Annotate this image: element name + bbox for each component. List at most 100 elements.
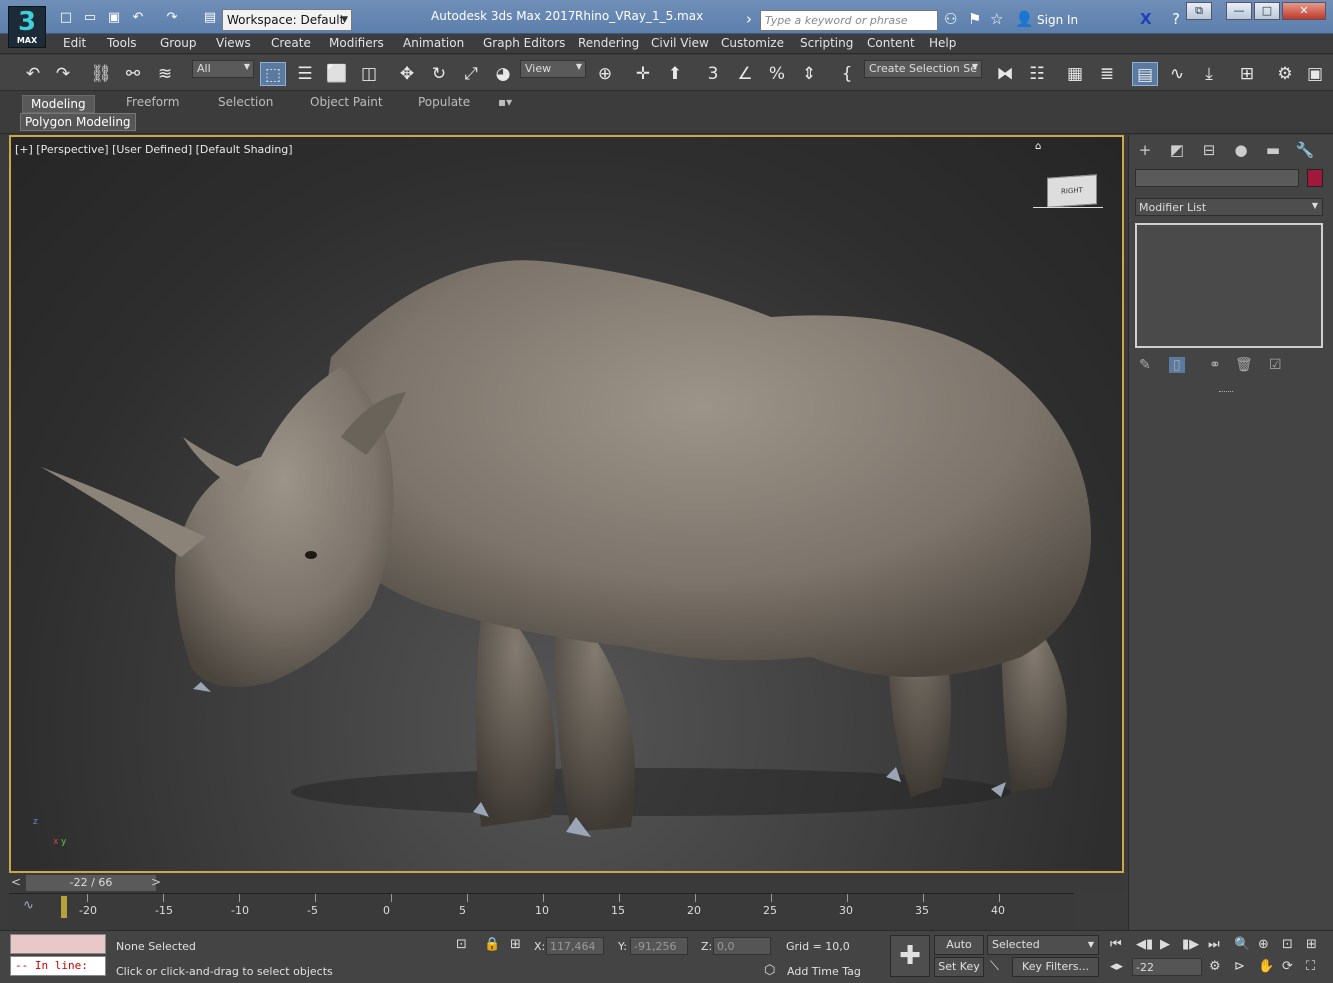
search-input[interactable]: Type a keyword or phrase: [760, 10, 938, 31]
percent-snap-icon[interactable]: %: [764, 62, 790, 86]
move-icon[interactable]: ✥: [394, 62, 420, 86]
angle-snap-icon[interactable]: ∠: [732, 62, 758, 86]
maxscript-listener[interactable]: [10, 934, 106, 954]
redo-icon[interactable]: ↷: [162, 10, 182, 28]
x-coordinate[interactable]: 117,464: [546, 937, 604, 955]
link-icon[interactable]: ⛓: [88, 62, 114, 86]
menu-civil-view[interactable]: Civil View: [651, 36, 709, 50]
keyboard-shortcut-icon[interactable]: ⬆: [662, 62, 688, 86]
menu-graph-editors[interactable]: Graph Editors: [483, 36, 565, 50]
modifier-list-dropdown[interactable]: Modifier List ▼: [1135, 198, 1323, 216]
motion-tab-icon[interactable]: ●: [1227, 139, 1255, 161]
zoom-icon[interactable]: 🔍: [1234, 937, 1250, 952]
schematic-view-icon[interactable]: ⤓: [1196, 62, 1222, 86]
menu-scripting[interactable]: Scripting: [800, 36, 853, 50]
maximize-button[interactable]: □: [1254, 2, 1280, 20]
key-mode-dropdown[interactable]: Selected ▼: [987, 935, 1099, 955]
scale-icon[interactable]: ⤢: [458, 62, 484, 86]
menu-views[interactable]: Views: [216, 36, 251, 50]
tab-modeling[interactable]: Modeling: [22, 95, 95, 113]
user-icon[interactable]: 👤: [1015, 10, 1034, 28]
sign-in-link[interactable]: Sign In: [1037, 13, 1078, 27]
object-name-field[interactable]: [1135, 169, 1299, 187]
minimize-button[interactable]: —: [1226, 2, 1252, 20]
current-frame-field[interactable]: -22: [1132, 958, 1202, 976]
scene-explorer-icon[interactable]: ▦: [1062, 62, 1088, 86]
field-of-view-icon[interactable]: ⊳: [1234, 959, 1245, 974]
undo-icon[interactable]: ↶: [128, 10, 148, 28]
set-key-button[interactable]: Set Key: [934, 957, 984, 977]
ribbon-toggle-icon[interactable]: ▤: [1132, 62, 1158, 86]
redo-icon[interactable]: ↷: [50, 62, 76, 86]
create-tab-icon[interactable]: +: [1131, 139, 1159, 161]
isolate-selection-icon[interactable]: ⊡: [456, 937, 467, 952]
tab-freeform[interactable]: Freeform: [126, 95, 179, 109]
menu-customize[interactable]: Customize: [721, 36, 784, 50]
reference-coord-dropdown[interactable]: View ▼: [520, 60, 586, 78]
chevron-right-icon[interactable]: ›: [746, 10, 752, 28]
track-bar[interactable]: ∿ -20 -15 -10 -5 0 5 10 15 20 25 30 35 40: [9, 893, 1074, 929]
layer-explorer-icon[interactable]: ≣: [1094, 62, 1120, 86]
curve-editor-mini-icon[interactable]: ∿: [23, 898, 34, 913]
zoom-extents-all-icon[interactable]: ⊞: [1306, 937, 1317, 952]
edit-named-selection-icon[interactable]: {: [834, 62, 860, 86]
binoculars-icon[interactable]: ⚇: [944, 10, 957, 28]
next-key-icon[interactable]: ▮▶: [1182, 937, 1199, 952]
hierarchy-tab-icon[interactable]: ⊟: [1195, 139, 1223, 161]
y-coordinate[interactable]: -91,256: [630, 937, 688, 955]
unlink-icon[interactable]: ⚯: [120, 62, 146, 86]
bind-spacewarp-icon[interactable]: ≋: [152, 62, 178, 86]
time-slider-thumb[interactable]: -22 / 66: [26, 875, 156, 891]
prev-frame-icon[interactable]: <: [11, 875, 21, 889]
modifier-stack[interactable]: [1135, 223, 1323, 348]
project-icon[interactable]: ▤: [200, 10, 220, 28]
named-selection-dropdown[interactable]: Create Selection Se ▼: [864, 60, 982, 78]
save-icon[interactable]: ▣: [104, 10, 124, 28]
workspace-dropdown[interactable]: Workspace: Default ▼: [222, 9, 352, 31]
tab-populate[interactable]: Populate: [418, 95, 470, 109]
rollout-divider[interactable]: [1219, 391, 1233, 394]
modify-tab-icon[interactable]: ◩: [1163, 139, 1191, 161]
select-object-icon[interactable]: ⬚: [260, 62, 286, 86]
window-crossing-icon[interactable]: ◫: [356, 62, 382, 86]
play-icon[interactable]: ▶: [1160, 937, 1170, 952]
perspective-viewport[interactable]: [+] [Perspective] [User Defined] [Defaul…: [9, 135, 1124, 873]
prev-key-icon[interactable]: ◀▮: [1136, 937, 1153, 952]
close-button[interactable]: ✕: [1282, 2, 1326, 20]
ribbon-options-icon[interactable]: ▪▾: [498, 95, 512, 109]
default-tangent-icon[interactable]: ⟍: [990, 959, 999, 974]
menu-content[interactable]: Content: [867, 36, 915, 50]
configure-modifier-sets-icon[interactable]: ☑: [1269, 357, 1282, 373]
object-color-swatch[interactable]: [1307, 169, 1323, 187]
undo-icon[interactable]: ↶: [20, 62, 46, 86]
app-logo[interactable]: 3 MAX: [8, 6, 46, 48]
tab-object-paint[interactable]: Object Paint: [310, 95, 383, 109]
make-unique-icon[interactable]: ⚭: [1209, 357, 1221, 373]
maximize-viewport-icon[interactable]: ⛶: [1306, 959, 1315, 974]
restore-icon[interactable]: ⧉: [1186, 2, 1212, 20]
help-icon[interactable]: ?: [1172, 10, 1180, 28]
rotate-icon[interactable]: ↻: [426, 62, 452, 86]
spinner-snap-icon[interactable]: ⇕: [796, 62, 822, 86]
pin-stack-icon[interactable]: ✎: [1139, 357, 1151, 373]
render-setup-icon[interactable]: ⚙: [1272, 62, 1298, 86]
set-key-big-icon[interactable]: ✚: [890, 935, 930, 977]
time-configuration-icon[interactable]: ⚙: [1209, 959, 1221, 974]
select-manipulate-icon[interactable]: ✛: [630, 62, 656, 86]
display-tab-icon[interactable]: ▬: [1259, 139, 1287, 161]
polygon-modeling-panel[interactable]: Polygon Modeling: [20, 113, 136, 131]
orbit-icon[interactable]: ⟳: [1282, 959, 1293, 974]
place-icon[interactable]: ◕: [490, 62, 516, 86]
absolute-mode-icon[interactable]: ⊞: [510, 937, 521, 952]
menu-rendering[interactable]: Rendering: [578, 36, 639, 50]
exchange-icon[interactable]: X: [1140, 10, 1152, 28]
menu-create[interactable]: Create: [271, 36, 311, 50]
open-icon[interactable]: ▭: [80, 10, 100, 28]
star-icon[interactable]: ☆: [990, 10, 1003, 28]
zoom-extents-icon[interactable]: ⊡: [1282, 937, 1293, 952]
show-end-result-icon[interactable]: ▯: [1169, 357, 1185, 373]
select-by-name-icon[interactable]: ☰: [292, 62, 318, 86]
maxscript-input[interactable]: -- In line:: [10, 956, 106, 976]
menu-modifiers[interactable]: Modifiers: [329, 36, 384, 50]
time-slider[interactable]: < -22 / 66 >: [9, 874, 1124, 892]
